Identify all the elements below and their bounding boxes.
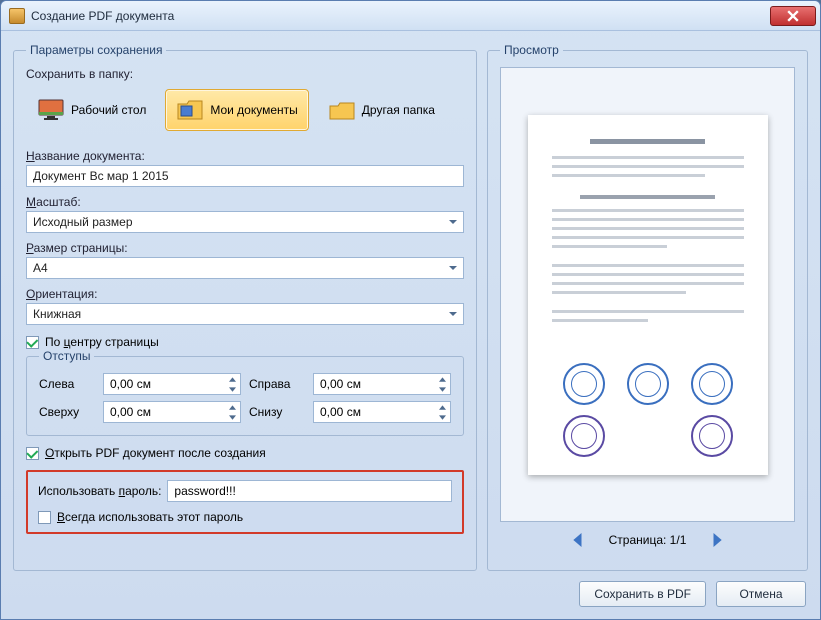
spin-up-button[interactable] <box>435 402 450 412</box>
indents-legend: Отступы <box>39 349 94 363</box>
spin-up-button[interactable] <box>435 374 450 384</box>
center-page-checkbox[interactable] <box>26 336 39 349</box>
use-password-label: Использовать пароль: <box>38 484 161 498</box>
next-page-button[interactable] <box>710 533 724 547</box>
spin-down-button[interactable] <box>435 384 450 394</box>
indent-bottom-input[interactable] <box>313 401 451 423</box>
doc-name-input[interactable] <box>26 165 464 187</box>
footer: Сохранить в PDF Отмена <box>1 579 820 619</box>
spin-down-button[interactable] <box>225 384 240 394</box>
save-params-legend: Параметры сохранения <box>26 43 166 57</box>
always-password-checkbox[interactable] <box>38 511 51 524</box>
folder-mydocs-label: Мои документы <box>210 103 297 117</box>
preview-group: Просмотр <box>487 43 808 571</box>
stamp-icon <box>563 363 605 405</box>
stamp-icon <box>691 363 733 405</box>
doc-name-label: Название документа: <box>26 149 145 163</box>
desktop-icon <box>37 98 65 122</box>
open-after-checkbox[interactable] <box>26 447 39 460</box>
preview-page <box>528 115 768 475</box>
spin-up-button[interactable] <box>225 402 240 412</box>
indent-top-label: Сверху <box>39 405 95 419</box>
folder-desktop-label: Рабочий стол <box>71 103 146 117</box>
cancel-button[interactable]: Отмена <box>716 581 806 607</box>
stamp-icon <box>563 415 605 457</box>
folder-desktop-button[interactable]: Рабочий стол <box>26 89 157 131</box>
folder-icon <box>328 98 356 122</box>
password-input[interactable] <box>167 480 452 502</box>
folder-row: Рабочий стол Мои документы Другая папка <box>26 89 464 131</box>
indent-top-input[interactable] <box>103 401 241 423</box>
preview-legend: Просмотр <box>500 43 563 57</box>
spin-down-button[interactable] <box>225 412 240 422</box>
prev-page-button[interactable] <box>571 533 585 547</box>
spin-up-button[interactable] <box>225 374 240 384</box>
preview-area <box>500 67 795 522</box>
close-icon <box>787 10 799 22</box>
preview-nav: Страница: 1/1 <box>500 522 795 558</box>
folder-other-label: Другая папка <box>362 103 435 117</box>
page-size-label: Размер страницы: <box>26 241 128 255</box>
orientation-label: Ориентация: <box>26 287 97 301</box>
preview-doc-title <box>590 139 705 144</box>
folder-other-button[interactable]: Другая папка <box>317 89 446 131</box>
app-icon <box>9 8 25 24</box>
center-page-label: По центру страницы <box>45 335 159 349</box>
indent-left-input[interactable] <box>103 373 241 395</box>
scale-label: Масштаб: <box>26 195 81 209</box>
always-password-label: Всегда использовать этот пароль <box>57 510 243 524</box>
scale-combo[interactable] <box>26 211 464 233</box>
indents-group: Отступы Слева Справа Сверху <box>26 349 464 436</box>
orientation-combo[interactable] <box>26 303 464 325</box>
window-title: Создание PDF документа <box>31 9 770 23</box>
dialog-window: Создание PDF документа Параметры сохране… <box>0 0 821 620</box>
password-section: Использовать пароль: Всегда использовать… <box>26 470 464 534</box>
close-button[interactable] <box>770 6 816 26</box>
page-indicator: Страница: 1/1 <box>609 533 687 547</box>
indent-left-label: Слева <box>39 377 95 391</box>
titlebar: Создание PDF документа <box>1 1 820 31</box>
stamp-icon <box>691 415 733 457</box>
indent-right-label: Справа <box>249 377 305 391</box>
indent-right-input[interactable] <box>313 373 451 395</box>
mydocs-icon <box>176 98 204 122</box>
content-area: Параметры сохранения Сохранить в папку: … <box>1 31 820 579</box>
page-size-combo[interactable] <box>26 257 464 279</box>
folder-mydocs-button[interactable]: Мои документы <box>165 89 308 131</box>
open-after-label: Открыть PDF документ после создания <box>45 446 266 460</box>
save-to-label: Сохранить в папку: <box>26 67 464 81</box>
stamp-icon <box>627 363 669 405</box>
save-pdf-button[interactable]: Сохранить в PDF <box>579 581 706 607</box>
save-params-group: Параметры сохранения Сохранить в папку: … <box>13 43 477 571</box>
indent-bottom-label: Снизу <box>249 405 305 419</box>
spin-down-button[interactable] <box>435 412 450 422</box>
